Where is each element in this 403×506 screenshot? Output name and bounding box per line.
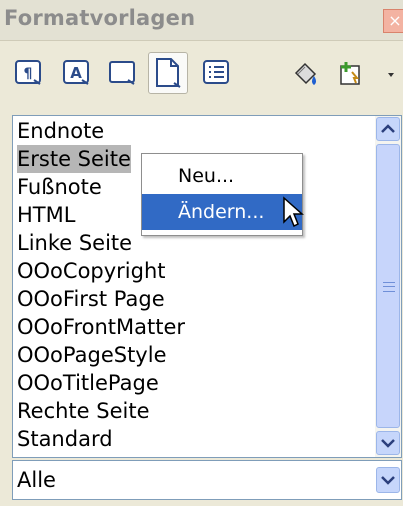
fill-format-mode-button[interactable] <box>290 56 324 90</box>
style-list-item[interactable]: Rechte Seite <box>17 397 150 425</box>
character-styles-icon: A <box>63 60 89 85</box>
style-list-item[interactable]: Erste Seite <box>17 145 131 173</box>
vertical-scrollbar[interactable] <box>375 116 401 457</box>
style-toolbar: ¶ A <box>0 40 403 110</box>
context-menu-item-neu[interactable]: Neu... <box>142 158 302 194</box>
filter-dropdown-button[interactable] <box>376 467 400 493</box>
svg-text:A: A <box>70 64 82 82</box>
context-menu: Neu... Ändern... <box>141 153 303 236</box>
paragraph-styles-button[interactable]: ¶ <box>12 56 46 90</box>
style-list-item[interactable]: OOoCopyright <box>17 257 166 285</box>
mouse-pointer-icon <box>283 196 304 228</box>
paragraph-styles-icon: ¶ <box>15 60 41 85</box>
thumb-grip <box>383 282 395 292</box>
list-styles-icon <box>203 60 229 84</box>
style-list-item[interactable]: HTML <box>17 201 75 229</box>
character-styles-button[interactable]: A <box>60 56 94 90</box>
scroll-down-button[interactable] <box>376 431 400 455</box>
style-list-item[interactable]: OOoFirst Page <box>17 285 165 313</box>
page-styles-icon <box>156 58 181 88</box>
window-titlebar: Formatvorlagen × <box>0 0 403 41</box>
chevron-down-icon <box>381 476 395 485</box>
style-list-item[interactable]: Standard <box>17 425 113 453</box>
fill-format-mode-icon <box>294 62 317 85</box>
svg-text:¶: ¶ <box>24 66 33 82</box>
style-list-item[interactable]: OOoTitlePage <box>17 369 159 397</box>
list-styles-button[interactable] <box>200 56 234 90</box>
chevron-down-icon <box>381 439 395 448</box>
chevron-up-icon <box>381 124 395 133</box>
style-list-item[interactable]: OOoFrontMatter <box>17 313 185 341</box>
toolbar-more-arrow[interactable] <box>380 56 400 90</box>
style-list-item[interactable]: Linke Seite <box>17 229 132 257</box>
style-list-item[interactable]: Endnote <box>17 117 104 145</box>
close-button[interactable]: × <box>383 9 403 33</box>
style-list-item[interactable]: OOoPageStyle <box>17 341 167 369</box>
window-title: Formatvorlagen <box>4 6 196 30</box>
frame-styles-button[interactable] <box>106 56 140 90</box>
style-filter-select[interactable]: Alle <box>12 460 402 500</box>
context-menu-item-aendern[interactable]: Ändern... <box>142 194 302 230</box>
scroll-thumb[interactable] <box>376 144 400 428</box>
frame-styles-icon <box>109 61 135 85</box>
filter-value: Alle <box>17 468 56 492</box>
chevron-down-icon <box>388 73 394 77</box>
page-styles-button[interactable] <box>148 52 188 94</box>
new-style-from-selection-button[interactable] <box>334 56 368 90</box>
scroll-up-button[interactable] <box>376 117 400 141</box>
new-style-from-selection-icon <box>340 62 360 85</box>
style-list-item[interactable]: Fußnote <box>17 173 102 201</box>
